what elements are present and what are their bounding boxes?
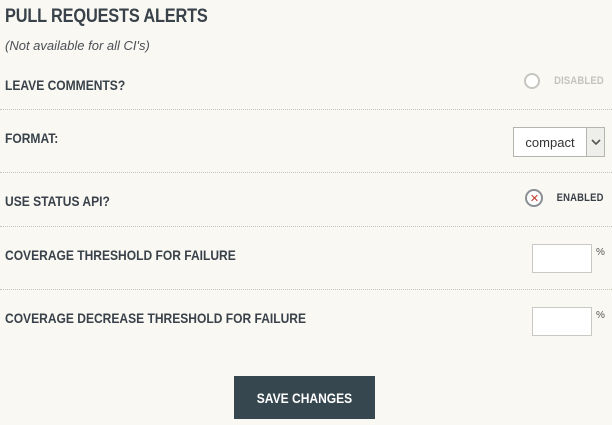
leave-comments-toggle[interactable]: DISABLED bbox=[524, 73, 604, 89]
format-label: FORMAT: bbox=[5, 130, 59, 146]
format-selected-value: compact bbox=[525, 134, 575, 150]
coverage-threshold-input[interactable] bbox=[532, 244, 592, 273]
status-api-label: USE STATUS API? bbox=[5, 193, 110, 209]
leave-comments-row: LEAVE COMMENTS? DISABLED bbox=[0, 64, 612, 110]
coverage-threshold-unit: % bbox=[596, 247, 605, 258]
leave-comments-label: LEAVE COMMENTS? bbox=[5, 77, 126, 93]
coverage-threshold-label: COVERAGE THRESHOLD FOR FAILURE bbox=[5, 247, 236, 263]
leave-comments-state: DISABLED bbox=[554, 75, 604, 87]
status-api-toggle[interactable]: ✕ ENABLED bbox=[525, 189, 604, 207]
x-mark-icon: ✕ bbox=[529, 191, 540, 205]
coverage-decrease-input[interactable] bbox=[532, 307, 592, 336]
coverage-decrease-row: COVERAGE DECREASE THRESHOLD FOR FAILURE … bbox=[0, 290, 612, 350]
radio-on-icon: ✕ bbox=[525, 189, 544, 207]
radio-off-icon bbox=[524, 73, 541, 89]
format-row: FORMAT: compact bbox=[0, 110, 612, 173]
coverage-threshold-row: COVERAGE THRESHOLD FOR FAILURE % bbox=[0, 227, 612, 290]
format-select[interactable]: compact bbox=[513, 127, 605, 157]
status-api-state: ENABLED bbox=[557, 192, 604, 204]
save-changes-label: SAVE CHANGES bbox=[256, 389, 353, 406]
section-subtitle: (Not available for all CI's) bbox=[5, 38, 150, 53]
status-api-row: USE STATUS API? ✕ ENABLED bbox=[0, 173, 612, 227]
save-changes-button[interactable]: SAVE CHANGES bbox=[234, 376, 375, 419]
section-title: PULL REQUESTS ALERTS bbox=[5, 6, 208, 27]
chevron-down-icon bbox=[586, 128, 604, 156]
coverage-decrease-label: COVERAGE DECREASE THRESHOLD FOR FAILURE bbox=[5, 310, 307, 326]
coverage-decrease-unit: % bbox=[596, 310, 605, 321]
